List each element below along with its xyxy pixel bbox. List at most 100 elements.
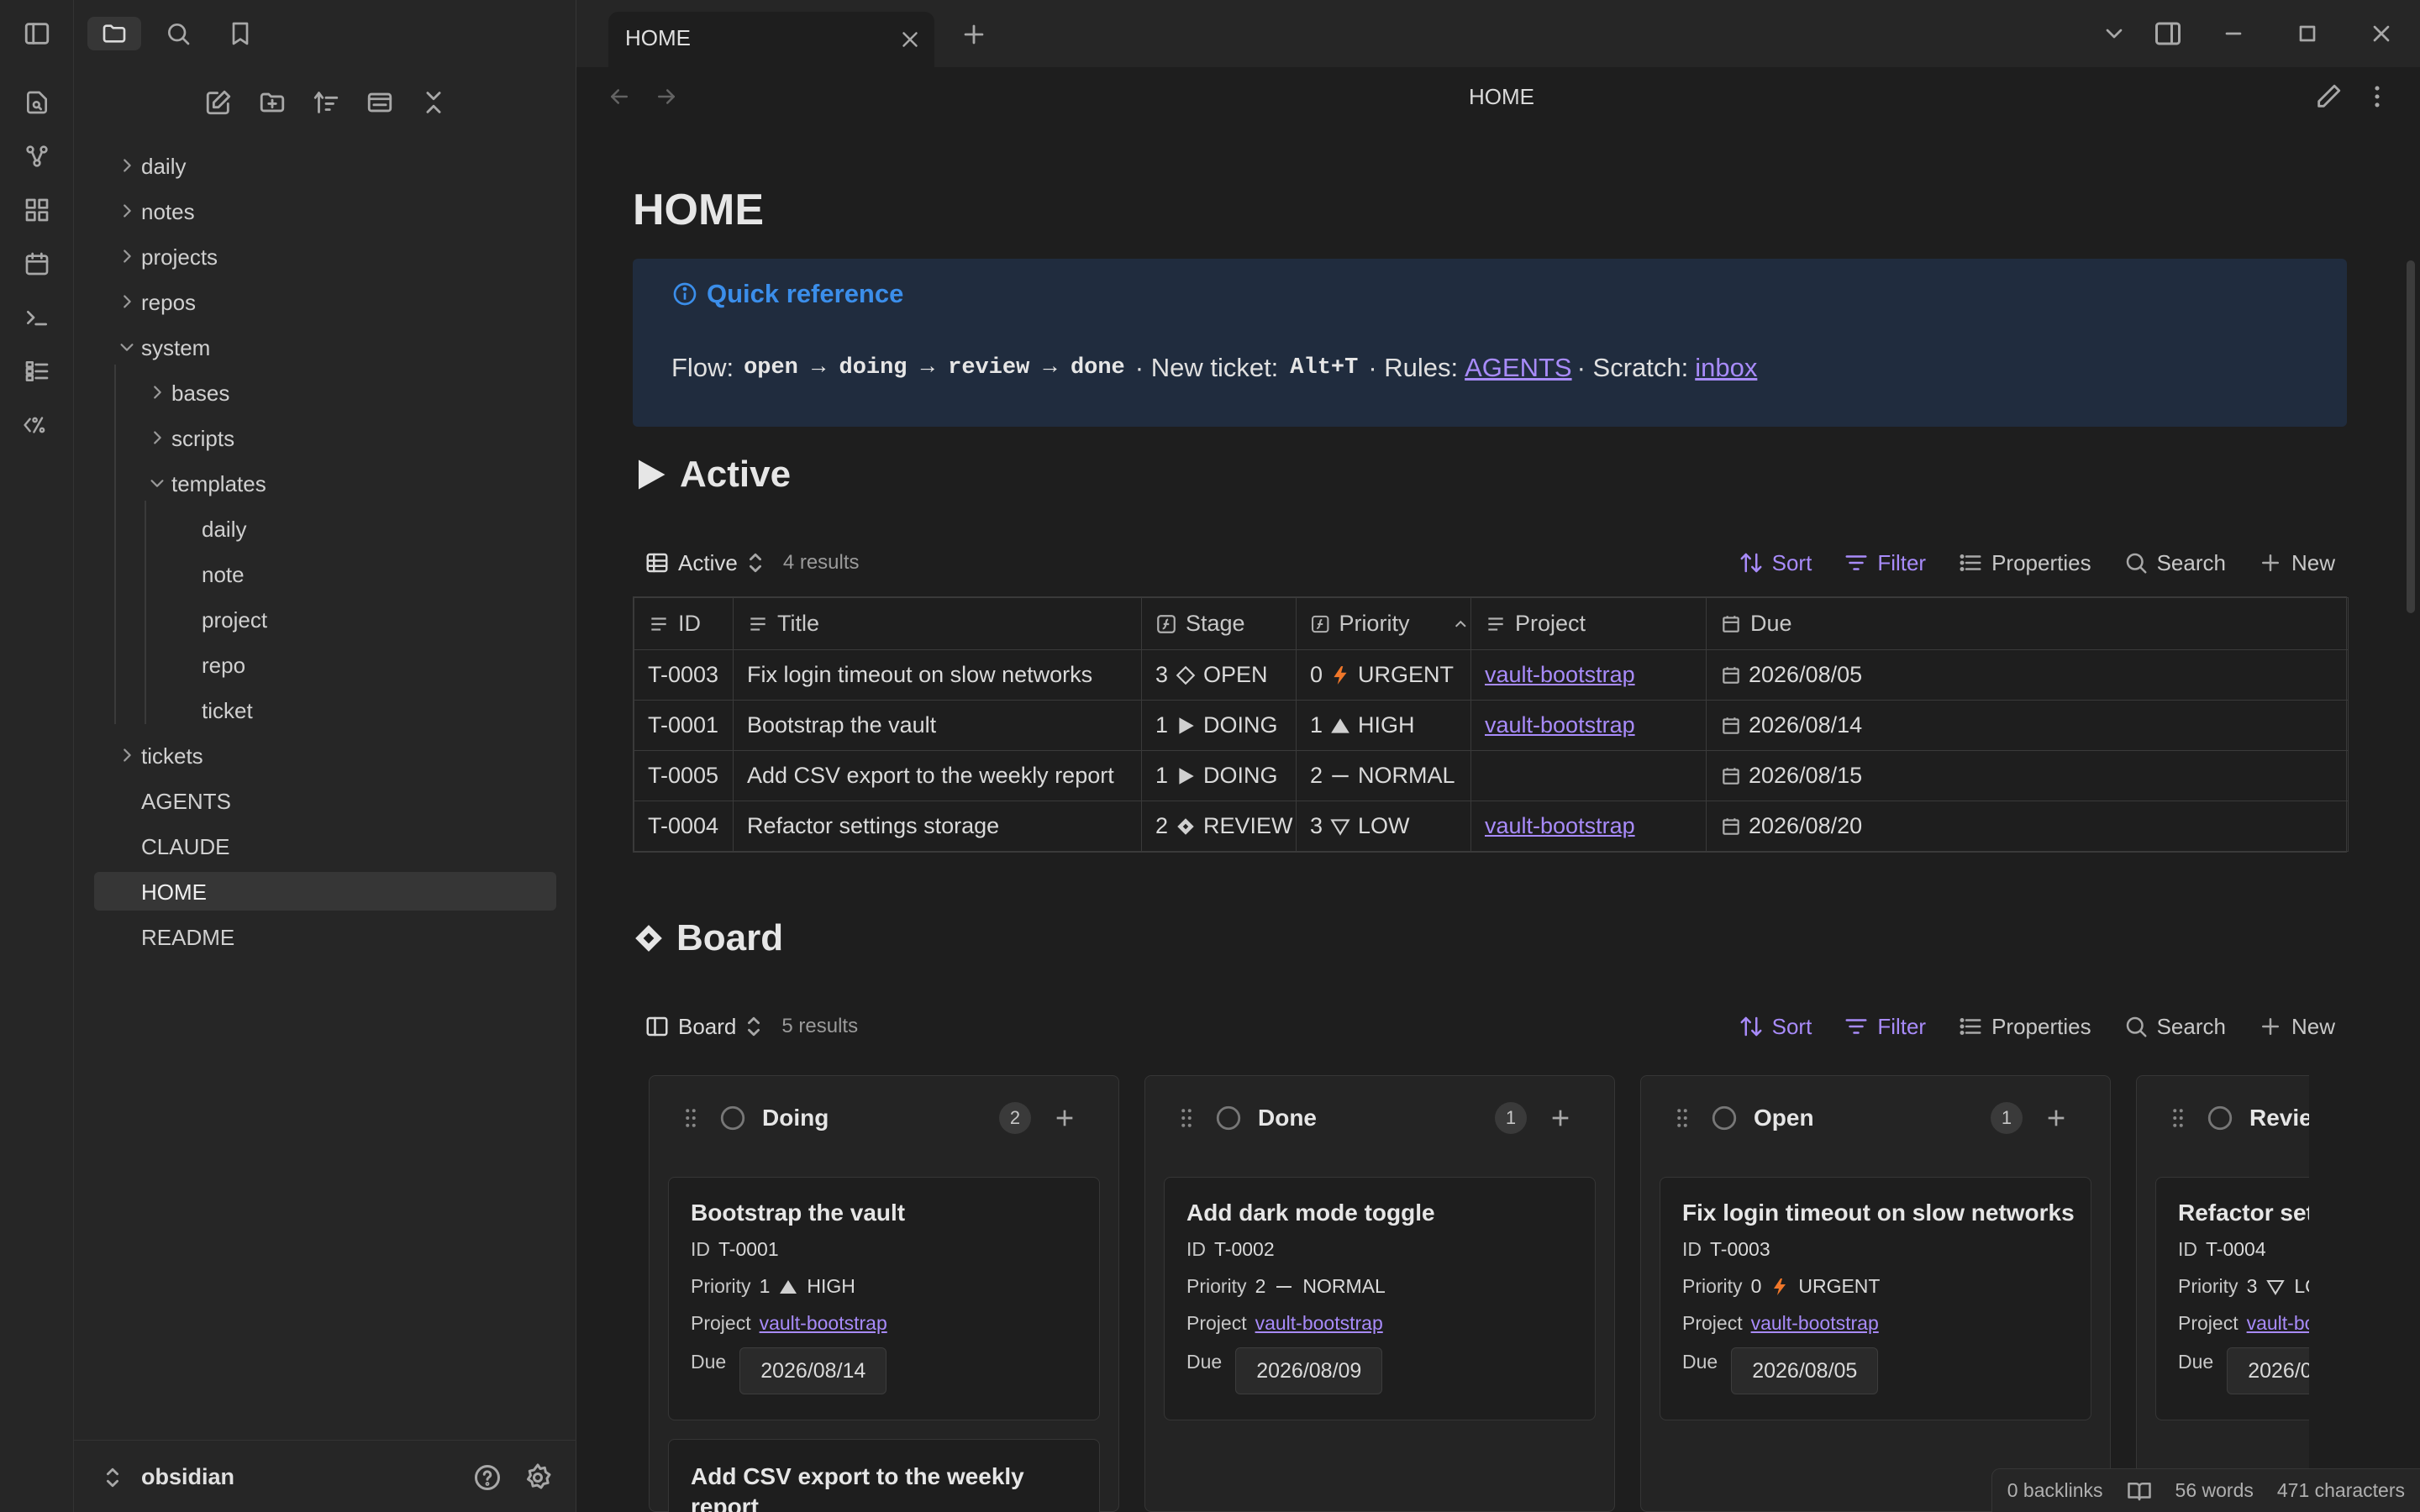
- cell-stage[interactable]: 2 REVIEW: [1141, 801, 1297, 852]
- add-card-icon[interactable]: [1547, 1105, 1574, 1131]
- cell-stage[interactable]: 1 DOING: [1141, 750, 1297, 801]
- drag-handle-icon[interactable]: [1670, 1105, 1695, 1131]
- cell-project[interactable]: vault-bootstrap: [1470, 700, 1707, 751]
- tree-item-bases[interactable]: bases: [94, 373, 556, 412]
- agents-link[interactable]: AGENTS: [1465, 353, 1571, 383]
- tree-item-system[interactable]: system: [94, 328, 556, 366]
- scrollbar[interactable]: [2407, 260, 2415, 613]
- board-view-name[interactable]: Board: [678, 1014, 736, 1040]
- tree-item-projects[interactable]: projects: [94, 237, 556, 276]
- tree-item-home[interactable]: HOME: [94, 872, 556, 911]
- add-card-icon[interactable]: [1051, 1105, 1078, 1131]
- tree-item-claude[interactable]: CLAUDE: [94, 827, 556, 865]
- drag-handle-icon[interactable]: [678, 1105, 703, 1131]
- cell-due[interactable]: 2026/08/20: [1706, 801, 2349, 852]
- column-header-priority[interactable]: Priority: [1296, 597, 1471, 650]
- active-filter-button[interactable]: Filter: [1844, 550, 1926, 576]
- new-note-icon[interactable]: [200, 84, 237, 121]
- back-arrow-icon[interactable]: [607, 84, 632, 109]
- table-row[interactable]: T-0001 Bootstrap the vault 1 DOING 1 HIGH vaul…: [634, 700, 2349, 751]
- active-view-selector[interactable]: Active: [644, 550, 765, 576]
- due-date-field[interactable]: 2026/08/05: [1731, 1347, 1879, 1394]
- board-properties-button[interactable]: Properties: [1958, 1014, 2091, 1040]
- board-search-button[interactable]: Search: [2123, 1014, 2226, 1040]
- canvas-icon[interactable]: [22, 195, 52, 225]
- cell-title[interactable]: Refactor settings storage: [733, 801, 1142, 852]
- board-card[interactable]: Fix login timeout on slow networks ID T-00…: [1660, 1177, 2091, 1420]
- due-date-field[interactable]: 2026/08/09: [1235, 1347, 1383, 1394]
- cell-id[interactable]: T-0001: [634, 700, 734, 751]
- project-link[interactable]: vault-bootstrap: [1485, 712, 1635, 738]
- close-window-icon[interactable]: [2368, 20, 2395, 47]
- project-link[interactable]: vault-bootstrap: [2247, 1312, 2309, 1335]
- column-header-id[interactable]: ID: [634, 597, 734, 650]
- auto-reveal-icon[interactable]: [361, 84, 398, 121]
- add-card-icon[interactable]: [2043, 1105, 2070, 1131]
- column-header-due[interactable]: Due: [1706, 597, 2349, 650]
- tree-item-scripts[interactable]: scripts: [94, 418, 556, 457]
- sidebar-toggle-icon[interactable]: [22, 18, 52, 49]
- cell-project[interactable]: vault-bootstrap: [1470, 649, 1707, 701]
- drag-handle-icon[interactable]: [2165, 1105, 2191, 1131]
- project-link[interactable]: vault-bootstrap: [1751, 1312, 1879, 1335]
- board-filter-button[interactable]: Filter: [1844, 1014, 1926, 1040]
- project-link[interactable]: vault-bootstrap: [1255, 1312, 1383, 1335]
- tree-item-daily[interactable]: daily: [94, 509, 556, 548]
- tree-item-notes[interactable]: notes: [94, 192, 556, 230]
- active-properties-button[interactable]: Properties: [1958, 550, 2091, 576]
- minimize-icon[interactable]: [2220, 20, 2247, 47]
- cell-title[interactable]: Bootstrap the vault: [733, 700, 1142, 751]
- cell-id[interactable]: T-0004: [634, 801, 734, 852]
- tab-home[interactable]: HOME: [608, 12, 934, 67]
- active-sort-button[interactable]: Sort: [1739, 550, 1812, 576]
- reading-book-icon[interactable]: [2127, 1478, 2152, 1504]
- forward-arrow-icon[interactable]: [654, 84, 679, 109]
- new-tab-icon[interactable]: [960, 20, 988, 49]
- bookmark-icon[interactable]: [222, 17, 259, 50]
- close-tab-icon[interactable]: [897, 27, 923, 52]
- cell-title[interactable]: Add CSV export to the weekly report: [733, 750, 1142, 801]
- active-new-button[interactable]: New: [2258, 550, 2335, 576]
- column-header-stage[interactable]: Stage: [1141, 597, 1297, 650]
- active-view-name[interactable]: Active: [678, 550, 738, 576]
- tree-item-readme[interactable]: README: [94, 917, 556, 956]
- files-icon[interactable]: [87, 17, 141, 50]
- terminal-icon[interactable]: [22, 302, 52, 333]
- cell-due[interactable]: 2026/08/15: [1706, 750, 2349, 801]
- cell-priority[interactable]: 3 LOW: [1296, 801, 1471, 852]
- cell-due[interactable]: 2026/08/05: [1706, 649, 2349, 701]
- bases-icon[interactable]: [22, 356, 52, 386]
- board-view-selector[interactable]: Board: [644, 1014, 763, 1040]
- tree-item-daily[interactable]: daily: [94, 146, 556, 185]
- new-folder-icon[interactable]: [254, 84, 291, 121]
- tree-item-note[interactable]: note: [94, 554, 556, 593]
- column-header-title[interactable]: Title: [733, 597, 1142, 650]
- cell-due[interactable]: 2026/08/14: [1706, 700, 2349, 751]
- maximize-icon[interactable]: [2294, 20, 2321, 47]
- tree-item-templates[interactable]: templates: [94, 464, 556, 502]
- board-card[interactable]: Refactor settings storage ID T-0004 Priorit…: [2155, 1177, 2309, 1420]
- project-link[interactable]: vault-bootstrap: [760, 1312, 887, 1335]
- search-icon[interactable]: [160, 17, 197, 50]
- vault-switcher[interactable]: obsidian: [74, 1440, 576, 1512]
- column-header-project[interactable]: Project: [1470, 597, 1707, 650]
- tree-item-project[interactable]: project: [94, 600, 556, 638]
- more-options-icon[interactable]: [2363, 82, 2391, 111]
- cell-priority[interactable]: 2 NORMAL: [1296, 750, 1471, 801]
- backlinks-count[interactable]: 0 backlinks: [2007, 1479, 2103, 1502]
- board-card[interactable]: Add CSV export to the weekly report: [668, 1439, 1100, 1512]
- cell-id[interactable]: T-0003: [634, 649, 734, 701]
- cell-stage[interactable]: 1 DOING: [1141, 700, 1297, 751]
- tree-item-repo[interactable]: repo: [94, 645, 556, 684]
- cell-stage[interactable]: 3 OPEN: [1141, 649, 1297, 701]
- board-sort-button[interactable]: Sort: [1739, 1014, 1812, 1040]
- tree-item-repos[interactable]: repos: [94, 282, 556, 321]
- edit-mode-icon[interactable]: [2314, 82, 2343, 111]
- help-icon[interactable]: [472, 1462, 502, 1493]
- collapse-all-icon[interactable]: [415, 84, 452, 121]
- cell-priority[interactable]: 0 URGENT: [1296, 649, 1471, 701]
- tab-list-chevron-icon[interactable]: [2101, 20, 2128, 47]
- inbox-link[interactable]: inbox: [1695, 353, 1757, 383]
- project-link[interactable]: vault-bootstrap: [1485, 813, 1635, 838]
- view-title[interactable]: HOME: [1469, 84, 1534, 110]
